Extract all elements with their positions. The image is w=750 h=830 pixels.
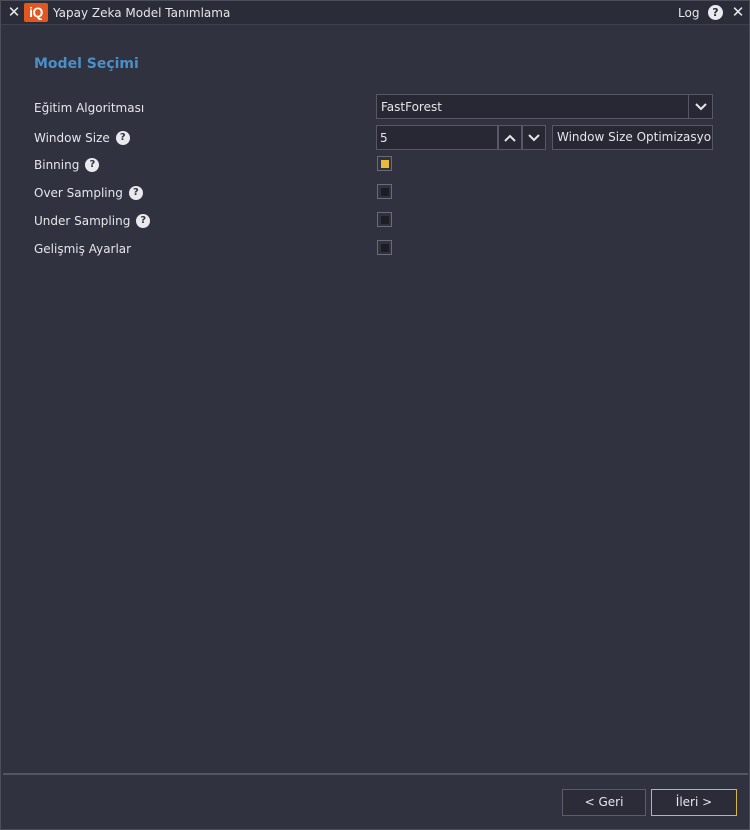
logo-icon: iQ: [24, 3, 48, 22]
under-sampling-label: Under Sampling ?: [34, 213, 151, 229]
advanced-settings-checkbox[interactable]: [377, 240, 392, 255]
chevron-up-icon: [504, 134, 516, 142]
window-size-label: Window Size ?: [34, 130, 130, 146]
close-icon[interactable]: ✕: [6, 4, 22, 20]
section-title: Model Seçimi: [34, 56, 139, 72]
window-size-label-text: Window Size: [34, 131, 110, 145]
chevron-down-icon[interactable]: [688, 95, 712, 118]
algorithm-select[interactable]: FastForest: [376, 94, 713, 119]
binning-label-text: Binning: [34, 158, 80, 172]
next-button[interactable]: İleri >: [651, 789, 737, 816]
log-button[interactable]: Log: [678, 6, 699, 20]
help-icon[interactable]: ?: [85, 158, 100, 172]
spin-down-button[interactable]: [522, 125, 546, 150]
under-sampling-label-text: Under Sampling: [34, 214, 131, 228]
under-sampling-checkbox[interactable]: [377, 212, 392, 227]
window-size-value: 5: [380, 131, 388, 145]
binning-checkbox[interactable]: [377, 156, 392, 171]
window-size-optimization-button[interactable]: Window Size Optimizasyonu: [552, 125, 713, 150]
advanced-settings-label-text: Gelişmiş Ayarlar: [34, 242, 132, 256]
footer-divider: [3, 773, 748, 775]
checkbox-mark: [380, 187, 389, 196]
help-icon[interactable]: ?: [128, 186, 143, 200]
back-button[interactable]: < Geri: [562, 789, 646, 816]
over-sampling-label: Over Sampling ?: [34, 185, 143, 201]
algorithm-label: Eğitim Algoritması: [34, 100, 144, 116]
over-sampling-checkbox[interactable]: [377, 184, 392, 199]
spin-up-button[interactable]: [498, 125, 522, 150]
checkbox-mark: [380, 243, 389, 252]
checkbox-mark: [380, 215, 389, 224]
over-sampling-label-text: Over Sampling: [34, 186, 123, 200]
window-title: Yapay Zeka Model Tanımlama: [53, 6, 231, 20]
help-icon[interactable]: ?: [136, 214, 151, 228]
title-bar: ✕ iQ Yapay Zeka Model Tanımlama Log ? ✕: [1, 1, 749, 25]
binning-label: Binning ?: [34, 157, 100, 173]
help-icon[interactable]: ?: [115, 131, 130, 145]
help-icon[interactable]: ?: [708, 5, 723, 20]
window-size-input[interactable]: 5: [376, 125, 498, 150]
advanced-settings-label: Gelişmiş Ayarlar: [34, 241, 131, 257]
close-window-icon[interactable]: ✕: [730, 4, 746, 20]
chevron-down-icon: [528, 133, 540, 141]
algorithm-select-value: FastForest: [381, 100, 442, 114]
algorithm-label-text: Eğitim Algoritması: [34, 101, 145, 115]
wizard-window: ✕ iQ Yapay Zeka Model Tanımlama Log ? ✕ …: [0, 0, 750, 830]
checkbox-mark: [380, 159, 389, 168]
